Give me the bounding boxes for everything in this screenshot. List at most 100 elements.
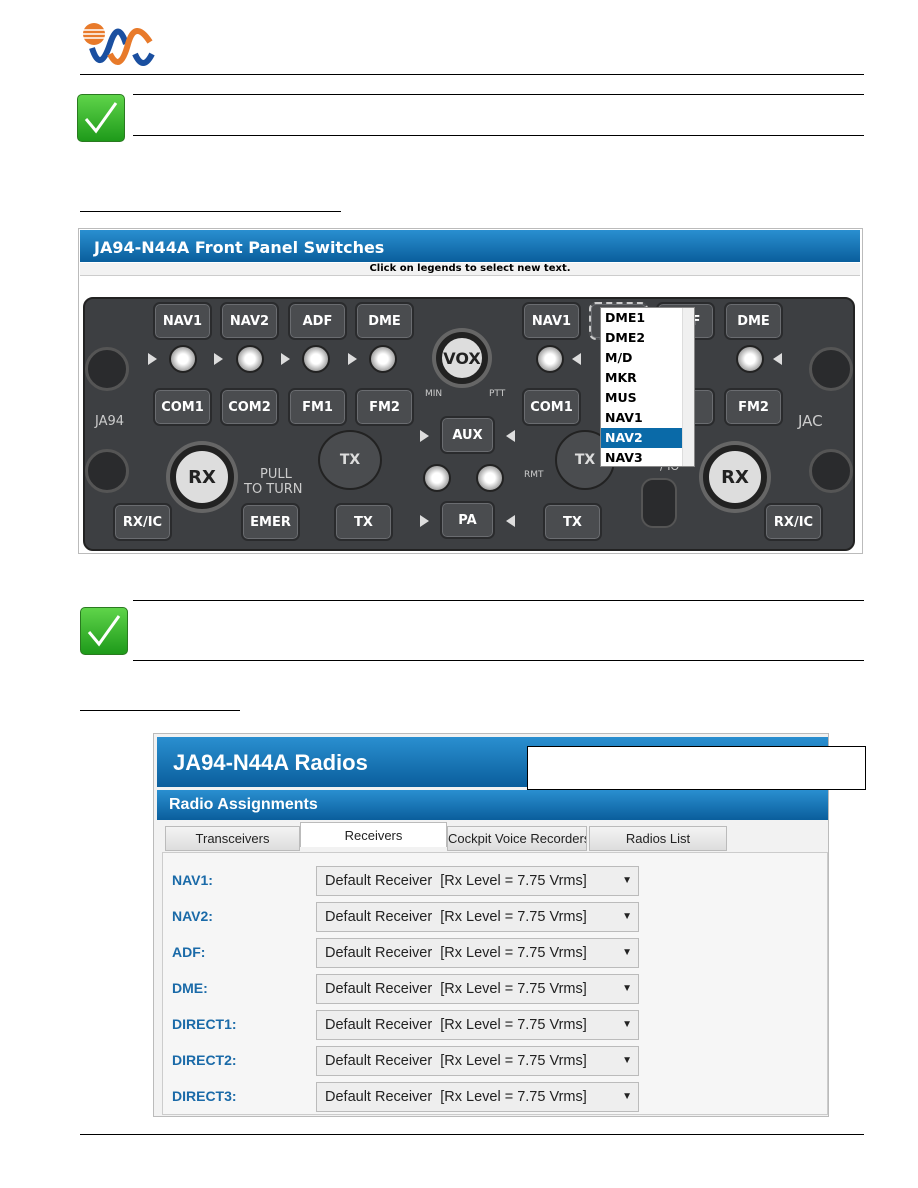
legend-dropdown-list[interactable]: DME1 DME2 M/D MKR MUS NAV1 NAV2 NAV3 <box>600 307 695 467</box>
chevron-down-icon: ▼ <box>622 1055 632 1066</box>
legend-button[interactable]: ADF <box>288 302 347 340</box>
brand-label: JAC <box>798 412 823 430</box>
rx-knob[interactable]: RX <box>170 445 234 509</box>
radio-assignments-header: Radio Assignments <box>157 790 828 820</box>
rx-ic-button[interactable]: RX/IC <box>764 503 823 541</box>
dropdown-option[interactable]: MKR <box>601 368 694 388</box>
vox-knob[interactable]: VOX <box>436 332 488 384</box>
receiver-label: DIRECT3: <box>172 1088 237 1104</box>
panel-instruction: Click on legends to select new text. <box>80 263 860 276</box>
legend-button[interactable]: NAV2 <box>220 302 279 340</box>
dropdown-option[interactable]: DME2 <box>601 328 694 348</box>
scrollbar[interactable] <box>682 308 694 466</box>
headset-jack <box>85 449 129 493</box>
dropdown-option[interactable]: DME1 <box>601 308 694 328</box>
tab-transceivers[interactable]: Transceivers <box>165 826 300 851</box>
arrow-right-icon <box>420 515 429 527</box>
receiver-select[interactable]: Default Receiver [Rx Level = 7.75 Vrms] ▼ <box>316 866 639 896</box>
rx-knob[interactable]: RX <box>703 445 767 509</box>
indicator-led <box>369 345 397 373</box>
dropdown-option[interactable]: MUS <box>601 388 694 408</box>
aux-button[interactable]: AUX <box>440 416 495 454</box>
legend-button[interactable]: FM2 <box>724 388 783 426</box>
receiver-select-value: Default Receiver [Rx Level = 7.75 Vrms] <box>325 1053 587 1069</box>
pa-button[interactable]: PA <box>440 501 495 539</box>
company-logo <box>83 23 155 66</box>
model-label: JA94 <box>95 414 125 429</box>
chevron-down-icon: ▼ <box>622 1019 632 1030</box>
rx-ic-button[interactable]: RX/IC <box>113 503 172 541</box>
arrow-left-icon <box>572 353 581 365</box>
footer-rule <box>80 1134 864 1135</box>
min-label: MIN <box>425 389 443 399</box>
rmt-label: RMT <box>524 470 544 480</box>
legend-button[interactable]: DME <box>355 302 414 340</box>
dropdown-option[interactable]: M/D <box>601 348 694 368</box>
receiver-select[interactable]: Default Receiver [Rx Level = 7.75 Vrms] ▼ <box>316 1010 639 1040</box>
arrow-right-icon <box>214 353 223 365</box>
receiver-label: ADF: <box>172 944 206 960</box>
receiver-select-value: Default Receiver [Rx Level = 7.75 Vrms] <box>325 873 587 889</box>
to-turn-label: TO TURN <box>244 482 303 497</box>
indicator-led <box>736 345 764 373</box>
receiver-select-value: Default Receiver [Rx Level = 7.75 Vrms] <box>325 945 587 961</box>
indicator-led <box>423 464 451 492</box>
dropdown-option[interactable]: NAV2 <box>601 428 694 448</box>
header-rule <box>80 74 864 75</box>
receiver-select-value: Default Receiver [Rx Level = 7.75 Vrms] <box>325 1089 587 1105</box>
receiver-select[interactable]: Default Receiver [Rx Level = 7.75 Vrms] ▼ <box>316 902 639 932</box>
receiver-select[interactable]: Default Receiver [Rx Level = 7.75 Vrms] ▼ <box>316 1082 639 1112</box>
pull-label: PULL <box>260 467 292 482</box>
chevron-down-icon: ▼ <box>622 947 632 958</box>
indicator-led <box>536 345 564 373</box>
note-rule-bottom <box>133 135 864 136</box>
headset-jack <box>809 347 853 391</box>
receiver-label: DIRECT1: <box>172 1016 237 1032</box>
checkmark-icon <box>80 607 128 655</box>
chevron-down-icon: ▼ <box>622 911 632 922</box>
chevron-down-icon: ▼ <box>622 875 632 886</box>
legend-button[interactable]: COM1 <box>153 388 212 426</box>
arrow-right-icon <box>420 430 429 442</box>
dropdown-option[interactable]: NAV3 <box>601 448 694 466</box>
arrow-left-icon <box>506 515 515 527</box>
indicator-led <box>169 345 197 373</box>
io-toggle-switch[interactable] <box>641 478 677 528</box>
arrow-right-icon <box>281 353 290 365</box>
receiver-label: DIRECT2: <box>172 1052 237 1068</box>
tx-button[interactable]: TX <box>334 503 393 541</box>
receiver-label: NAV2: <box>172 908 213 924</box>
receiver-select[interactable]: Default Receiver [Rx Level = 7.75 Vrms] ▼ <box>316 938 639 968</box>
receiver-select[interactable]: Default Receiver [Rx Level = 7.75 Vrms] ▼ <box>316 974 639 1004</box>
note-rule-bottom <box>133 660 864 661</box>
legend-button[interactable]: COM2 <box>220 388 279 426</box>
section-heading-underline <box>80 710 240 711</box>
receiver-label: DME: <box>172 980 208 996</box>
tx-selector-knob[interactable]: TX <box>318 430 382 490</box>
chevron-down-icon: ▼ <box>622 1091 632 1102</box>
legend-button[interactable]: NAV1 <box>153 302 212 340</box>
callout-box <box>527 746 866 790</box>
legend-button[interactable]: FM1 <box>288 388 347 426</box>
checkmark-icon <box>77 94 125 142</box>
arrow-left-icon <box>773 353 782 365</box>
legend-button[interactable]: FM2 <box>355 388 414 426</box>
tx-button[interactable]: TX <box>543 503 602 541</box>
dropdown-option[interactable]: NAV1 <box>601 408 694 428</box>
legend-button[interactable]: NAV1 <box>522 302 581 340</box>
arrow-left-icon <box>506 430 515 442</box>
note-rule-top <box>133 600 864 601</box>
receiver-select[interactable]: Default Receiver [Rx Level = 7.75 Vrms] ▼ <box>316 1046 639 1076</box>
tab-cockpit-voice-recorders[interactable]: Cockpit Voice Recorders <box>447 826 587 851</box>
legend-button[interactable]: DME <box>724 302 783 340</box>
legend-button[interactable]: COM1 <box>522 388 581 426</box>
emer-button[interactable]: EMER <box>241 503 300 541</box>
receiver-select-value: Default Receiver [Rx Level = 7.75 Vrms] <box>325 909 587 925</box>
ptt-label: PTT <box>489 389 506 399</box>
indicator-led <box>236 345 264 373</box>
headset-jack <box>809 449 853 493</box>
tab-radios-list[interactable]: Radios List <box>589 826 727 851</box>
arrow-right-icon <box>148 353 157 365</box>
tab-receivers[interactable]: Receivers <box>300 822 447 847</box>
panel-window-title: JA94-N44A Front Panel Switches <box>80 230 860 262</box>
